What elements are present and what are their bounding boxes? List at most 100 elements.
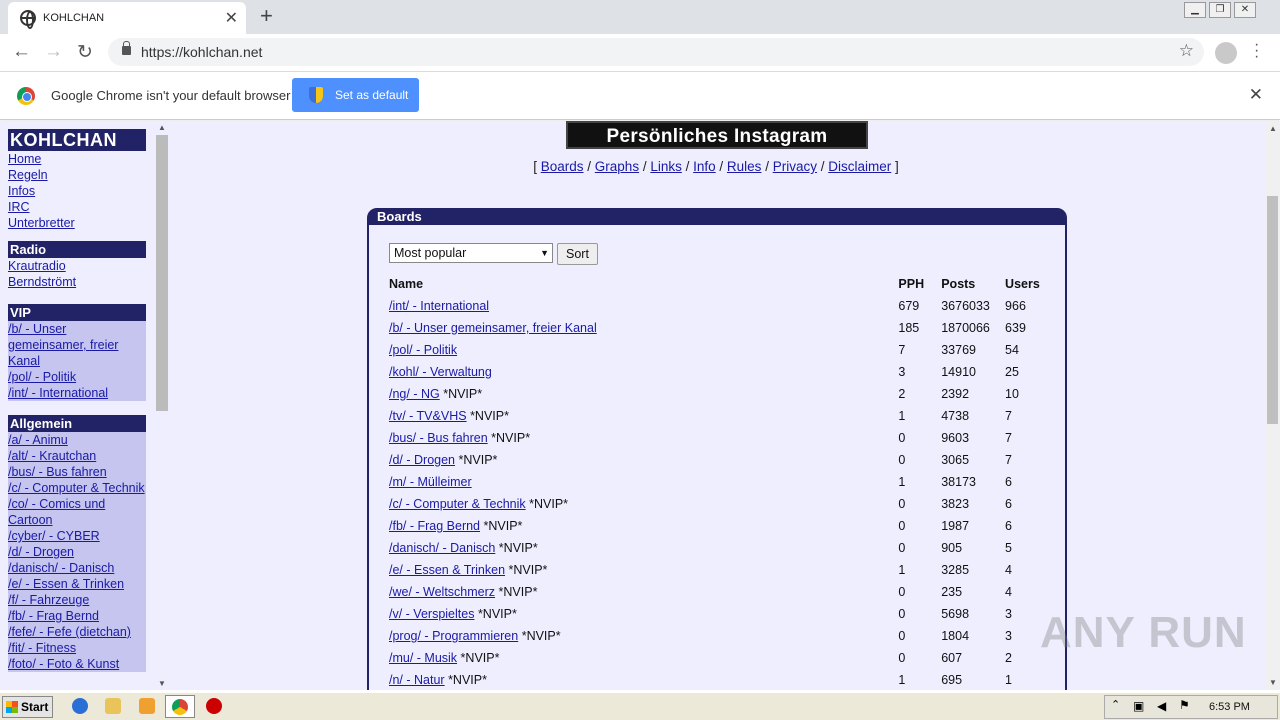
sort-select[interactable]: Most popular — [389, 243, 553, 263]
sidebar-link-co-comics-und-cartoon[interactable]: /co/ - Comics und Cartoon — [8, 496, 146, 528]
boards-panel: Boards Most popular Sort Name PPH Posts … — [367, 208, 1067, 690]
nav-link-privacy[interactable]: Privacy — [773, 159, 817, 174]
media-player-icon[interactable] — [139, 698, 155, 714]
board-link[interactable]: /tv/ - TV&VHS — [389, 409, 467, 423]
close-tab-icon[interactable]: ✕ — [225, 8, 238, 28]
board-pph-cell: 1 — [898, 563, 906, 577]
board-link[interactable]: /ng/ - NG — [389, 387, 440, 401]
board-link[interactable]: /danisch/ - Danisch — [389, 541, 495, 555]
tray-expand-icon[interactable]: ⌃ — [1111, 698, 1120, 711]
sidebar-scroll-down-icon[interactable]: ▼ — [158, 679, 166, 688]
board-pph-cell: 1 — [898, 475, 906, 489]
sidebar-link-pol-politik[interactable]: /pol/ - Politik — [8, 369, 146, 385]
nav-link-rules[interactable]: Rules — [727, 159, 762, 174]
lock-icon[interactable] — [122, 41, 131, 55]
volume-icon[interactable]: ◀ — [1157, 699, 1166, 713]
sidebar-scrollbar[interactable] — [156, 135, 168, 411]
url-text[interactable]: https://kohlchan.net — [141, 44, 262, 60]
sidebar-link-c-computer-technik[interactable]: /c/ - Computer & Technik — [8, 480, 146, 496]
banner-image[interactable]: Persönliches Instagram — [566, 121, 868, 149]
board-link[interactable]: /c/ - Computer & Technik — [389, 497, 526, 511]
taskbar-chrome-button[interactable] — [165, 695, 195, 718]
board-link[interactable]: /e/ - Essen & Trinken — [389, 563, 505, 577]
minimize-icon[interactable]: ▁ — [1184, 2, 1206, 18]
sidebar-link-bus-bus-fahren[interactable]: /bus/ - Bus fahren — [8, 464, 146, 480]
set-default-button[interactable]: Set as default — [292, 78, 419, 112]
board-link[interactable]: /b/ - Unser gemeinsamer, freier Kanal — [389, 321, 597, 335]
sidebar-link-f-fahrzeuge[interactable]: /f/ - Fahrzeuge — [8, 592, 146, 608]
board-link[interactable]: /pol/ - Politik — [389, 343, 457, 357]
nav-link-boards[interactable]: Boards — [541, 159, 584, 174]
sidebar-link-regeln[interactable]: Regeln — [8, 167, 146, 183]
sidebar-link-krautradio[interactable]: Krautradio — [8, 258, 146, 274]
scroll-down-icon[interactable]: ▼ — [1269, 678, 1277, 687]
board-posts-cell: 9603 — [941, 431, 970, 445]
table-row: /e/ - Essen & Trinken *NVIP* 1 3285 4 — [389, 559, 1045, 581]
sidebar-link-cyber-cyber[interactable]: /cyber/ - CYBER — [8, 528, 146, 544]
board-link[interactable]: /fb/ - Frag Bernd — [389, 519, 480, 533]
sidebar-link-alt-krautchan[interactable]: /alt/ - Krautchan — [8, 448, 146, 464]
board-name-cell: /kohl/ - Verwaltung — [389, 361, 898, 383]
sidebar-link-home[interactable]: Home — [8, 151, 146, 167]
menu-icon[interactable]: · · · — [1254, 37, 1259, 65]
board-link[interactable]: /bus/ - Bus fahren — [389, 431, 488, 445]
new-tab-icon[interactable]: + — [260, 3, 273, 29]
sidebar: KOHLCHAN Home Regeln Infos IRC Unterbretter … — [0, 121, 170, 690]
board-link[interactable]: /mu/ - Musik — [389, 651, 457, 665]
sidebar-link-infos[interactable]: Infos — [8, 183, 146, 199]
restore-icon[interactable]: ❐ — [1209, 2, 1231, 18]
sidebar-link-fefe-fefe-dietchan[interactable]: /fefe/ - Fefe (dietchan) — [8, 624, 146, 640]
sidebar-link-e-essen-trinken[interactable]: /e/ - Essen & Trinken — [8, 576, 146, 592]
sidebar-link-a-animu[interactable]: /a/ - Animu — [8, 432, 146, 448]
window-close-icon[interactable]: ✕ — [1234, 2, 1256, 18]
sidebar-link-berndstr-mt[interactable]: Berndströmt — [8, 274, 146, 290]
board-link[interactable]: /d/ - Drogen — [389, 453, 455, 467]
back-icon[interactable]: ← — [12, 41, 31, 63]
sidebar-link-irc[interactable]: IRC — [8, 199, 146, 215]
board-posts-cell: 1987 — [941, 519, 970, 533]
board-link[interactable]: /n/ - Natur — [389, 673, 445, 687]
nav-link-disclaimer[interactable]: Disclaimer — [828, 159, 891, 174]
page-scrollbar[interactable]: ▲ ▼ — [1266, 121, 1280, 690]
folder-icon[interactable] — [105, 698, 121, 714]
ie-icon[interactable] — [72, 698, 88, 714]
board-link[interactable]: /kohl/ - Verwaltung — [389, 365, 492, 379]
sidebar-link-d-drogen[interactable]: /d/ - Drogen — [8, 544, 146, 560]
board-link[interactable]: /we/ - Weltschmerz — [389, 585, 495, 599]
opera-icon[interactable] — [206, 698, 222, 714]
board-link[interactable]: /prog/ - Programmieren — [389, 629, 518, 643]
sidebar-link-fit-fitness[interactable]: /fit/ - Fitness — [8, 640, 146, 656]
tab-kohlchan[interactable]: KOHLCHAN ✕ — [8, 2, 246, 34]
forward-icon[interactable]: → — [44, 41, 63, 63]
scroll-up-icon[interactable]: ▲ — [1269, 124, 1277, 133]
network-icon[interactable]: ▣ — [1133, 699, 1144, 713]
globe-icon — [20, 10, 36, 29]
sidebar-scroll-up-icon[interactable]: ▲ — [158, 123, 166, 132]
board-link[interactable]: /v/ - Verspieltes — [389, 607, 474, 621]
infobar-close-icon[interactable]: ✕ — [1249, 85, 1263, 105]
board-link[interactable]: /int/ - International — [389, 299, 489, 313]
reload-icon[interactable]: ↻ — [77, 41, 93, 64]
nvip-tag: *NVIP* — [458, 453, 498, 467]
nav-link-graphs[interactable]: Graphs — [595, 159, 639, 174]
sidebar-link-unterbretter[interactable]: Unterbretter — [8, 215, 146, 231]
profile-avatar-icon[interactable] — [1215, 42, 1237, 64]
scrollbar-thumb[interactable] — [1267, 196, 1278, 424]
address-bar[interactable]: https://kohlchan.net ☆ — [108, 38, 1204, 66]
table-row: /m/ - Mülleimer 1 38173 6 — [389, 471, 1045, 493]
table-row: /v/ - Verspieltes *NVIP* 0 5698 3 — [389, 603, 1045, 625]
nav-link-info[interactable]: Info — [693, 159, 716, 174]
main-content: Persönliches Instagram [ Boards / Graphs… — [170, 121, 1266, 690]
sidebar-link-int-international[interactable]: /int/ - International — [8, 385, 146, 401]
flag-icon[interactable]: ⚑ — [1179, 698, 1190, 712]
nav-link-links[interactable]: Links — [650, 159, 682, 174]
bookmark-star-icon[interactable]: ☆ — [1179, 41, 1194, 61]
sort-button[interactable]: Sort — [557, 243, 598, 265]
sidebar-link-fb-frag-bernd[interactable]: /fb/ - Frag Bernd — [8, 608, 146, 624]
sidebar-link-foto-foto-kunst[interactable]: /foto/ - Foto & Kunst — [8, 656, 146, 672]
board-users-cell: 4 — [1005, 563, 1012, 577]
sidebar-link-b-unser-gemeinsamer-freier-kanal[interactable]: /b/ - Unser gemeinsamer, freier Kanal — [8, 321, 146, 369]
sidebar-link-danisch-danisch[interactable]: /danisch/ - Danisch — [8, 560, 146, 576]
start-button[interactable]: Start — [2, 696, 53, 718]
board-link[interactable]: /m/ - Mülleimer — [389, 475, 472, 489]
